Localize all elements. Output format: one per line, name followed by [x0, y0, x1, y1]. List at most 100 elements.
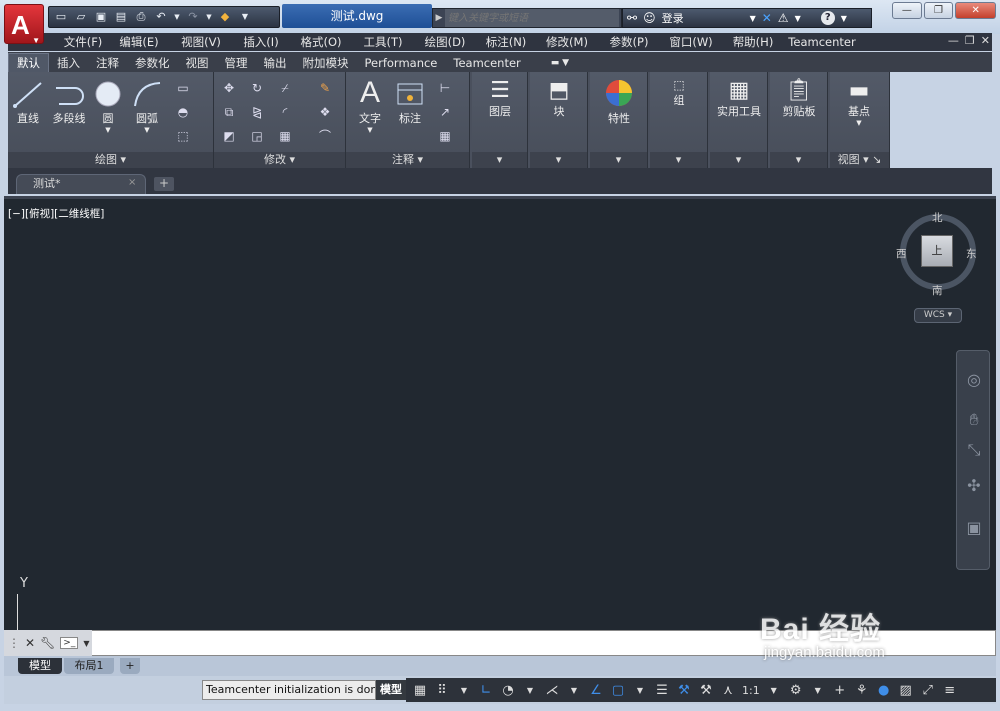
- binoculars-icon[interactable]: ⚯: [627, 11, 637, 25]
- menu-file[interactable]: 文件(F): [58, 34, 108, 50]
- add-scale-icon[interactable]: +: [832, 683, 848, 698]
- new-layout-button[interactable]: +: [120, 658, 140, 674]
- group-expand-icon[interactable]: ▾: [650, 152, 707, 168]
- isodraft-icon[interactable]: ⋌: [544, 683, 560, 698]
- menu-teamcenter[interactable]: Teamcenter: [784, 35, 860, 49]
- file-tab[interactable]: 测试*: [16, 174, 146, 194]
- isodraft-dropdown-icon[interactable]: ▼: [566, 686, 582, 695]
- group-panel[interactable]: ⬚ 组 ▾: [650, 72, 708, 168]
- customize-dropdown-icon[interactable]: ▼: [237, 10, 253, 24]
- text-dropdown-icon[interactable]: ▼: [350, 126, 390, 134]
- offset-icon[interactable]: ⌒: [316, 128, 334, 144]
- boundary-icon[interactable]: ⬚: [174, 128, 192, 144]
- snap-icon[interactable]: ⠿: [434, 683, 450, 698]
- layers-expand-icon[interactable]: ▾: [472, 152, 527, 168]
- clean-screen-icon[interactable]: ⤢: [920, 683, 936, 698]
- mdi-restore-icon[interactable]: ❐: [965, 34, 975, 47]
- move-icon[interactable]: ✥: [220, 80, 238, 96]
- fillet-icon[interactable]: ◜: [276, 104, 294, 120]
- save-as-icon[interactable]: ▤: [113, 10, 129, 24]
- search-input[interactable]: [445, 9, 619, 27]
- tab-annotate[interactable]: 注释: [88, 54, 127, 72]
- compass-east[interactable]: 东: [966, 246, 977, 261]
- tab-model[interactable]: 模型: [18, 658, 62, 674]
- print-icon[interactable]: ⎙: [133, 10, 149, 24]
- tab-teamcenter[interactable]: Teamcenter: [445, 54, 528, 72]
- scale-dropdown-icon[interactable]: ▼: [766, 686, 782, 695]
- object-snap-tracking-icon[interactable]: ∠: [588, 683, 604, 698]
- base-point-tool[interactable]: ▬ 基点 ▼: [836, 78, 882, 127]
- chevron-right-icon[interactable]: ▶: [433, 13, 445, 23]
- erase-icon[interactable]: ✎: [316, 80, 334, 96]
- line-tool[interactable]: 直线: [12, 80, 44, 126]
- menu-view[interactable]: 视图(V): [170, 34, 232, 50]
- menu-edit[interactable]: 编辑(E): [108, 34, 170, 50]
- menu-draw[interactable]: 绘图(D): [414, 34, 476, 50]
- menu-format[interactable]: 格式(O): [290, 34, 352, 50]
- exchange-icon[interactable]: ✕: [762, 11, 772, 25]
- compass-south[interactable]: 南: [932, 283, 943, 298]
- close-tab-icon[interactable]: ×: [128, 177, 136, 188]
- wrench-icon[interactable]: 🔧︎: [40, 636, 55, 650]
- circle-dropdown-icon[interactable]: ▼: [92, 126, 124, 134]
- maximize-button[interactable]: ❐: [923, 2, 954, 19]
- modify-panel-title[interactable]: 修改 ▾: [214, 152, 345, 168]
- utilities-expand-icon[interactable]: ▾: [710, 152, 767, 168]
- trim-icon[interactable]: ⌿: [276, 80, 294, 96]
- explode-icon[interactable]: ❖: [316, 104, 334, 120]
- user-icon[interactable]: ☺: [643, 11, 656, 25]
- undo-icon[interactable]: ↶: [153, 10, 169, 24]
- pan-hand-icon[interactable]: ✋︎: [963, 409, 985, 431]
- menu-window[interactable]: 窗口(W): [660, 34, 722, 50]
- scale-icon[interactable]: ◲: [248, 128, 266, 144]
- clipboard-expand-icon[interactable]: ▾: [770, 152, 827, 168]
- redo-dropdown-icon[interactable]: ▼: [205, 10, 213, 24]
- customize-menu-icon[interactable]: ≡: [942, 683, 958, 698]
- tab-performance[interactable]: Performance: [357, 54, 446, 72]
- menu-parametric[interactable]: 参数(P): [598, 34, 660, 50]
- mirror-icon[interactable]: ⧎: [248, 104, 266, 120]
- utilities-panel[interactable]: ▦ 实用工具 ▾: [710, 72, 768, 168]
- block-tool[interactable]: ⬒ 块: [538, 78, 580, 119]
- annotation-scale-value[interactable]: 1:1: [742, 684, 760, 697]
- hatch-icon[interactable]: ◓: [174, 104, 192, 120]
- layers-panel[interactable]: ☰ 图层 ▾: [472, 72, 528, 168]
- rotate-icon[interactable]: ↻: [248, 80, 266, 96]
- table-icon[interactable]: ▦: [436, 128, 454, 144]
- rectangle-icon[interactable]: ▭: [174, 80, 192, 96]
- workspace-dropdown-icon[interactable]: ▼: [810, 686, 826, 695]
- arc-dropdown-icon[interactable]: ▼: [130, 126, 164, 134]
- open-folder-icon[interactable]: ▱: [73, 10, 89, 24]
- menu-dimension[interactable]: 标注(N): [476, 34, 536, 50]
- group-tool[interactable]: ⬚ 组: [658, 78, 700, 108]
- linear-dim-icon[interactable]: ⊢: [436, 80, 454, 96]
- model-space-button[interactable]: 模型: [376, 680, 406, 700]
- polyline-tool[interactable]: 多段线: [48, 80, 90, 126]
- help-dropdown-icon[interactable]: ▼: [841, 14, 847, 23]
- hardware-acceleration-icon[interactable]: ▨: [898, 683, 914, 698]
- tab-insert[interactable]: 插入: [49, 54, 88, 72]
- save-icon[interactable]: ▣: [93, 10, 109, 24]
- menu-help[interactable]: 帮助(H): [722, 34, 784, 50]
- object-snap-dropdown-icon[interactable]: ▼: [632, 686, 648, 695]
- auto-scale-icon[interactable]: ⚒: [698, 683, 714, 698]
- login-dropdown-icon[interactable]: ▼: [750, 14, 756, 23]
- copy-icon[interactable]: ⧉: [220, 104, 238, 120]
- arc-tool[interactable]: 圆弧 ▼: [130, 80, 164, 134]
- menu-tools[interactable]: 工具(T): [352, 34, 414, 50]
- workspace-gear-icon[interactable]: ⚙: [788, 683, 804, 698]
- close-command-icon[interactable]: ✕: [25, 636, 35, 650]
- mdi-minimize-icon[interactable]: —: [948, 34, 959, 47]
- compass-north[interactable]: 北: [932, 210, 943, 225]
- minimize-button[interactable]: —: [892, 2, 922, 19]
- properties-tool[interactable]: 特性: [598, 78, 640, 126]
- tab-layout1[interactable]: 布局1: [64, 658, 114, 674]
- menu-insert[interactable]: 插入(I): [232, 34, 290, 50]
- tab-parametric[interactable]: 参数化: [127, 54, 178, 72]
- new-tab-button[interactable]: +: [154, 177, 174, 191]
- new-file-icon[interactable]: ▭: [53, 10, 69, 24]
- array-icon[interactable]: ▦: [276, 128, 294, 144]
- ribbon-toggle-icon[interactable]: ▬ ▼: [543, 54, 577, 72]
- steering-wheel-icon[interactable]: ◎: [963, 369, 985, 391]
- leader-icon[interactable]: ↗: [436, 104, 454, 120]
